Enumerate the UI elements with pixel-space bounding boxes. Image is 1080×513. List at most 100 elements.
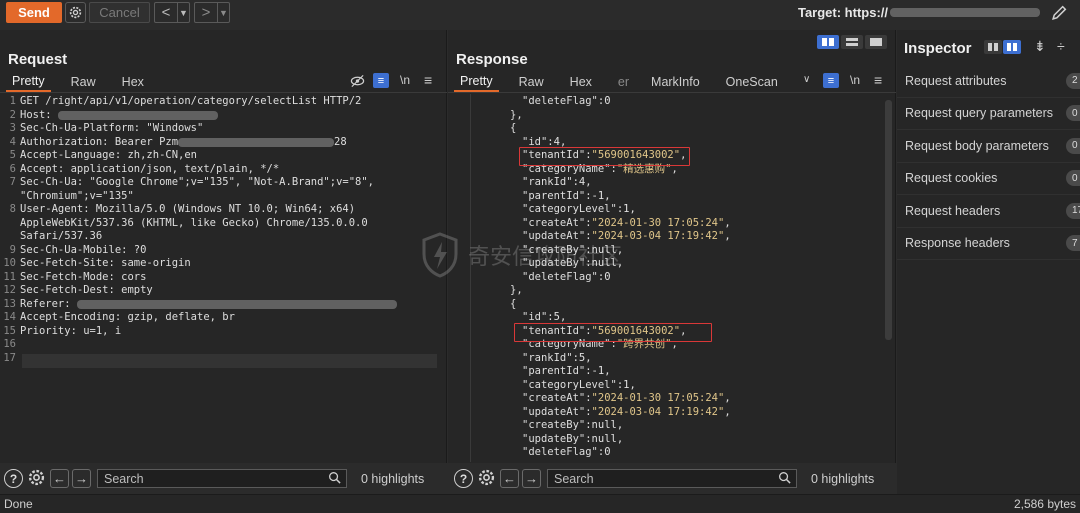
inspector-sections: Request attributes 2 Request query paramet… bbox=[897, 65, 1080, 260]
tab-raw[interactable]: Raw bbox=[65, 72, 102, 92]
tab-markinfo[interactable]: MarkInfo bbox=[645, 72, 706, 92]
help-icon[interactable]: ? bbox=[4, 469, 23, 488]
edit-target-icon[interactable] bbox=[1051, 4, 1068, 24]
inspector-section-item[interactable]: Request body parameters 0 bbox=[897, 130, 1080, 163]
target-url[interactable]: Target: https:// bbox=[798, 5, 1040, 20]
response-line: { bbox=[474, 122, 874, 136]
tenantid-highlight-box bbox=[514, 323, 712, 342]
line-number bbox=[0, 230, 20, 244]
previous-match-arrow-icon[interactable]: ← bbox=[50, 469, 69, 488]
inspector-section-item[interactable]: Request cookies 0 bbox=[897, 163, 1080, 195]
json-key: "createAt" bbox=[522, 216, 586, 229]
line-number: 2 bbox=[9, 108, 16, 121]
inspector-layout-toggle bbox=[984, 40, 1021, 54]
inspector-section-item[interactable]: Request attributes 2 bbox=[897, 65, 1080, 98]
cancel-button[interactable]: Cancel bbox=[89, 2, 150, 23]
json-key: "rankId" bbox=[522, 351, 573, 364]
fold-guide bbox=[470, 94, 471, 462]
highlights-count: 0 highlights bbox=[361, 471, 425, 486]
inspector-split-icon[interactable]: ÷ bbox=[1057, 38, 1065, 54]
request-line: 14 Accept-Encoding: gzip, deflate, br bbox=[0, 311, 440, 325]
json-key: "parentId" bbox=[522, 189, 586, 202]
forward-arrow-icon[interactable]: > bbox=[195, 3, 217, 22]
json-separator: , bbox=[616, 432, 624, 445]
tabs-overflow-chevron-icon[interactable]: ∨ bbox=[803, 74, 810, 85]
layout-side-by-side-icon[interactable] bbox=[817, 35, 839, 49]
back-arrow-icon[interactable]: < bbox=[155, 3, 177, 22]
search-input[interactable]: Search bbox=[97, 469, 347, 488]
inspector-panel: Inspector ⇟ ÷ Request attributes 2 Request… bbox=[897, 30, 1080, 494]
layout-toggle-group bbox=[817, 35, 887, 49]
newline-toggle[interactable]: \n bbox=[400, 73, 410, 87]
settings-gear-icon[interactable] bbox=[65, 2, 86, 23]
inspector-layout-left-icon[interactable] bbox=[984, 40, 1002, 54]
inspector-section-item[interactable]: Request headers 17 bbox=[897, 195, 1080, 228]
inspector-section-label: Request body parameters bbox=[905, 138, 1049, 153]
search-icon[interactable] bbox=[778, 471, 791, 487]
json-bracket: { bbox=[510, 297, 517, 310]
request-line: 4 Authorization: Bearer Pzm 28 bbox=[0, 136, 440, 150]
forward-dropdown-icon[interactable]: ▼ bbox=[217, 3, 229, 22]
divider bbox=[448, 92, 896, 93]
line-number: 3 bbox=[9, 122, 16, 134]
line-number: 13 bbox=[3, 297, 16, 310]
next-match-arrow-icon[interactable]: → bbox=[522, 469, 541, 488]
count-badge: 0 bbox=[1066, 137, 1080, 154]
response-line: "categoryLevel":1, bbox=[474, 203, 874, 217]
search-settings-gear-icon[interactable] bbox=[27, 468, 46, 490]
help-icon[interactable]: ? bbox=[454, 469, 473, 488]
send-button[interactable]: Send bbox=[6, 2, 62, 23]
inspector-section-item[interactable]: Request query parameters 0 bbox=[897, 98, 1080, 130]
request-line: 3 Sec-Ch-Ua-Platform: "Windows" bbox=[0, 122, 440, 136]
status-text: Done bbox=[4, 497, 33, 511]
layout-stacked-icon[interactable] bbox=[841, 35, 863, 49]
json-separator: , bbox=[585, 176, 592, 188]
tab-render-truncated[interactable]: er bbox=[612, 72, 635, 92]
line-number: 14 bbox=[3, 311, 16, 323]
tab-pretty[interactable]: Pretty bbox=[6, 72, 51, 92]
newline-toggle[interactable]: \n bbox=[850, 73, 860, 87]
wrap-lines-icon[interactable]: ≡ bbox=[823, 73, 839, 88]
line-content: Sec-Ch-Ua-Mobile: ?0 bbox=[20, 243, 147, 256]
response-menu-icon[interactable]: ≡ bbox=[874, 72, 882, 88]
request-editor[interactable]: 1 GET /right/api/v1/operation/category/se… bbox=[0, 95, 440, 365]
next-match-arrow-icon[interactable]: → bbox=[72, 469, 91, 488]
back-dropdown-icon[interactable]: ▼ bbox=[177, 3, 189, 22]
request-line: 9 Sec-Ch-Ua-Mobile: ?0 bbox=[0, 244, 440, 258]
inspector-section-item[interactable]: Response headers 7 bbox=[897, 228, 1080, 260]
response-tabs: Pretty Raw Hex er MarkInfo OneScan bbox=[454, 72, 788, 92]
tab-onescan[interactable]: OneScan bbox=[720, 72, 784, 92]
divider bbox=[0, 92, 447, 93]
json-separator: , bbox=[724, 216, 731, 229]
wrap-lines-icon[interactable]: ≡ bbox=[373, 73, 389, 88]
response-line: "parentId": -1, bbox=[474, 365, 874, 379]
tab-raw[interactable]: Raw bbox=[513, 72, 550, 92]
line-number bbox=[0, 190, 20, 204]
search-icon[interactable] bbox=[328, 471, 341, 487]
redacted-value bbox=[76, 299, 397, 309]
search-input[interactable]: Search bbox=[547, 469, 797, 488]
json-value: null bbox=[591, 432, 617, 445]
tab-hex[interactable]: Hex bbox=[564, 72, 598, 92]
response-line: "createAt": "2024-01-30 17:05:24", bbox=[474, 217, 874, 231]
inspector-layout-right-icon[interactable] bbox=[1003, 40, 1021, 54]
json-separator: , bbox=[604, 365, 611, 377]
line-content: AppleWebKit/537.36 (KHTML, like Gecko) C… bbox=[20, 216, 368, 229]
previous-match-arrow-icon[interactable]: ← bbox=[500, 469, 519, 488]
line-content: "Chromium";v="135" bbox=[20, 189, 134, 202]
redacted-token bbox=[178, 137, 335, 147]
tab-hex[interactable]: Hex bbox=[116, 72, 150, 92]
tab-pretty[interactable]: Pretty bbox=[454, 72, 499, 92]
hide-nonprintable-icon[interactable] bbox=[350, 74, 365, 91]
response-scrollbar[interactable] bbox=[885, 100, 892, 340]
inspector-align-icon[interactable]: ⇟ bbox=[1034, 38, 1046, 55]
line-content: Sec-Ch-Ua-Platform: "Windows" bbox=[20, 122, 204, 134]
line-number: 4 bbox=[9, 135, 16, 148]
request-line: 10 Sec-Fetch-Site: same-origin bbox=[0, 257, 440, 271]
layout-single-icon[interactable] bbox=[865, 35, 887, 49]
request-menu-icon[interactable]: ≡ bbox=[424, 72, 432, 88]
search-settings-gear-icon[interactable] bbox=[477, 468, 496, 490]
count-badge: 0 bbox=[1066, 170, 1080, 187]
response-line: "categoryLevel":1, bbox=[474, 379, 874, 393]
json-value: "2024-03-04 17:19:42" bbox=[591, 405, 725, 418]
